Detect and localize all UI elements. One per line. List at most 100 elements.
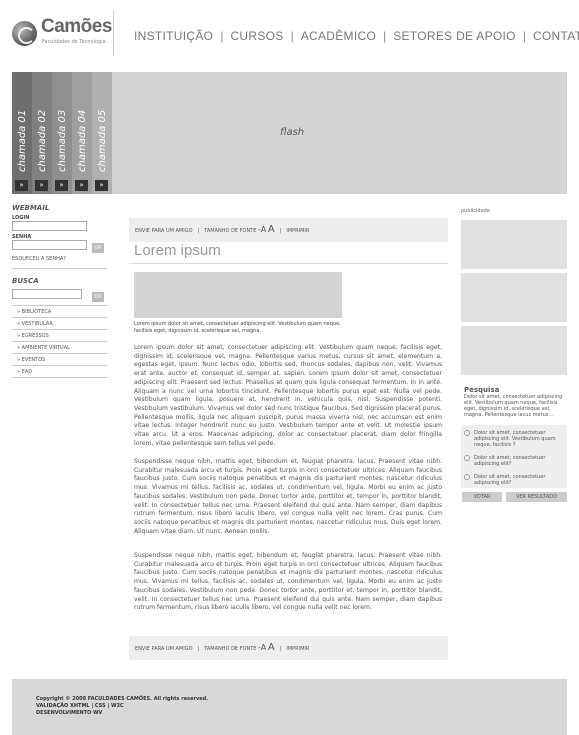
article-toolbar-top: ENVIE PARA UM AMIGO | TAMANHO DE FONTE -A … xyxy=(129,218,448,242)
site-footer: Copyright © 2008 FACULDADES CAMÕES. All … xyxy=(12,679,567,735)
banner-call-4[interactable]: chamada 04 » xyxy=(72,72,92,194)
banner-call-1[interactable]: chamada 01 » xyxy=(12,72,32,194)
banner-call-label: chamada 05 xyxy=(97,109,108,172)
arrow-right-icon[interactable]: » xyxy=(55,180,68,191)
left-sidebar: WEBMAIL LOGIN SENHA OK ESQUECEU A SENHA?… xyxy=(12,204,107,378)
sidebar-item-label: EAD xyxy=(21,369,33,375)
sidebar-item-ead[interactable]: » EAD xyxy=(12,366,107,378)
article-paragraph-1: Lorem ipsum dolor sit amet, consectetuer… xyxy=(134,344,442,447)
arrow-right-icon[interactable]: » xyxy=(35,180,48,191)
flash-placeholder: flash xyxy=(280,127,305,138)
radio-icon[interactable] xyxy=(464,455,470,461)
sidebar-item-ambiente-virtual[interactable]: » AMBIENTE VIRTUAL xyxy=(12,342,107,354)
article-paragraph-2: Suspendisse neque nibh, mattis eget, bib… xyxy=(134,458,442,535)
ads-label: publicidade xyxy=(461,208,490,214)
banner-call-5[interactable]: chamada 05 » xyxy=(92,72,112,194)
toolbar-separator: | xyxy=(279,228,282,234)
webmail-ok-button[interactable]: OK xyxy=(92,243,104,253)
nav-separator: | xyxy=(383,29,387,43)
toolbar-separator: | xyxy=(197,228,200,234)
sidebar-item-label: AMBIENTE VIRTUAL xyxy=(21,345,70,351)
main-nav: INSTITUIÇÃO | CURSOS | ACADÊMICO | SETORES DE … xyxy=(134,29,579,43)
print-link[interactable]: IMPRIMIR xyxy=(286,228,309,234)
password-input[interactable] xyxy=(12,240,87,250)
divider xyxy=(12,268,107,269)
validation-links[interactable]: VALIDAÇÃO XHTML | CSS | W3C xyxy=(36,703,124,709)
site-logo[interactable]: Camões Faculdades de Tecnologia xyxy=(12,16,112,50)
sidebar-item-label: EGRESSOS xyxy=(21,333,49,339)
nav-contato[interactable]: CONTATO xyxy=(533,29,579,43)
logo-icon xyxy=(12,21,37,46)
sidebar-item-egressos[interactable]: » EGRESSOS xyxy=(12,330,107,342)
logo-name: Camões xyxy=(41,16,112,37)
toolbar-separator: | xyxy=(279,646,282,652)
banner: chamada 01 » chamada 02 » chamada 03 » c… xyxy=(12,72,567,194)
nav-cursos[interactable]: CURSOS xyxy=(230,29,283,43)
ad-slot-3[interactable] xyxy=(461,326,567,375)
font-increase-button[interactable]: A xyxy=(268,642,275,653)
email-friend-link[interactable]: ENVIE PARA UM AMIGO xyxy=(135,646,193,652)
poll-title: Pesquisa xyxy=(464,386,500,394)
poll-question: Dolor sit amet, consectetuer adipiscing … xyxy=(464,394,563,418)
login-input[interactable] xyxy=(12,221,87,231)
arrow-right-icon[interactable]: » xyxy=(15,180,28,191)
logo-tagline: Faculdades de Tecnologia xyxy=(42,39,106,45)
poll-option-2[interactable]: Dolor sit amet, consectetuer adipiscing … xyxy=(464,455,558,467)
print-link[interactable]: IMPRIMIR xyxy=(286,646,309,652)
site-header: Camões Faculdades de Tecnologia INSTITUI… xyxy=(0,0,579,66)
sidebar-item-label: BIBLIOTECA xyxy=(21,309,52,315)
poll-options: Dolor sit amet, consectetuer adipiscing … xyxy=(461,425,567,488)
poll-option-label: Dolor sit amet, consectetuer adipiscing … xyxy=(474,455,546,467)
font-size-label: TAMANHO DE FONTE xyxy=(204,646,257,652)
font-decrease-button[interactable]: -A xyxy=(258,643,266,652)
nav-setores-de-apoio[interactable]: SETORES DE APOIO xyxy=(393,29,516,43)
search-input[interactable] xyxy=(12,289,82,299)
image-caption: Lorem ipsum dolor sit amet, consectetuer… xyxy=(134,321,341,334)
page-title: Lorem ipsum xyxy=(134,242,221,259)
forgot-password-link[interactable]: ESQUECEU A SENHA? xyxy=(12,256,107,262)
nav-separator: | xyxy=(522,29,526,43)
banner-call-label: chamada 04 xyxy=(77,109,88,172)
copyright-text: Copyright © 2008 FACULDADES CAMÕES. All … xyxy=(36,696,209,702)
sidebar-item-biblioteca[interactable]: » BIBLIOTECA xyxy=(12,306,107,318)
developer-credit[interactable]: DESENVOLVIMENTO WV xyxy=(36,710,102,716)
right-sidebar: publicidade xyxy=(461,208,567,375)
view-results-button[interactable]: VER RESULTADO xyxy=(506,492,567,502)
radio-icon[interactable] xyxy=(464,474,470,480)
poll-option-3[interactable]: Dolor sit amet, consectetuer adipiscing … xyxy=(464,474,558,486)
banner-call-2[interactable]: chamada 02 » xyxy=(32,72,52,194)
poll-option-label: Dolor sit amet, consectetuer adipiscing … xyxy=(474,474,546,486)
radio-icon[interactable] xyxy=(464,430,470,436)
nav-instituicao[interactable]: INSTITUIÇÃO xyxy=(134,29,213,43)
banner-call-3[interactable]: chamada 03 » xyxy=(52,72,72,194)
article-image xyxy=(134,272,342,318)
banner-call-label: chamada 01 xyxy=(17,109,28,172)
title-divider xyxy=(129,263,448,264)
banner-call-label: chamada 03 xyxy=(57,109,68,172)
font-decrease-button[interactable]: -A xyxy=(258,225,266,234)
sidebar-item-label: VESTIBULAR xyxy=(21,321,53,327)
toolbar-separator: | xyxy=(197,646,200,652)
arrow-right-icon[interactable]: » xyxy=(95,180,108,191)
header-divider xyxy=(113,10,114,56)
vote-button[interactable]: VOTAR xyxy=(462,492,502,502)
ad-slot-1[interactable] xyxy=(461,220,567,269)
font-increase-button[interactable]: A xyxy=(268,224,275,235)
search-ok-button[interactable]: OK xyxy=(92,292,104,302)
poll-option-label: Dolor sit amet, consectetuer adipiscing … xyxy=(474,430,556,448)
sidebar-item-eventos[interactable]: » EVENTOS xyxy=(12,354,107,366)
font-size-label: TAMANHO DE FONTE xyxy=(204,228,257,234)
poll-option-1[interactable]: Dolor sit amet, consectetuer adipiscing … xyxy=(464,430,558,448)
ad-slot-2[interactable] xyxy=(461,273,567,322)
email-friend-link[interactable]: ENVIE PARA UM AMIGO xyxy=(135,228,193,234)
sidebar-item-vestibular[interactable]: » VESTIBULAR xyxy=(12,318,107,330)
nav-separator: | xyxy=(290,29,294,43)
webmail-title: WEBMAIL xyxy=(12,204,50,212)
arrow-right-icon[interactable]: » xyxy=(75,180,88,191)
search-title: BUSCA xyxy=(12,277,39,285)
sidebar-item-label: EVENTOS xyxy=(21,357,46,363)
nav-separator: | xyxy=(220,29,224,43)
article-toolbar-bottom: ENVIE PARA UM AMIGO | TAMANHO DE FONTE -A … xyxy=(129,636,448,660)
article-paragraph-3: Suspendisse neque nibh, mattis eget, bib… xyxy=(134,552,442,612)
nav-academico[interactable]: ACADÊMICO xyxy=(301,29,376,43)
